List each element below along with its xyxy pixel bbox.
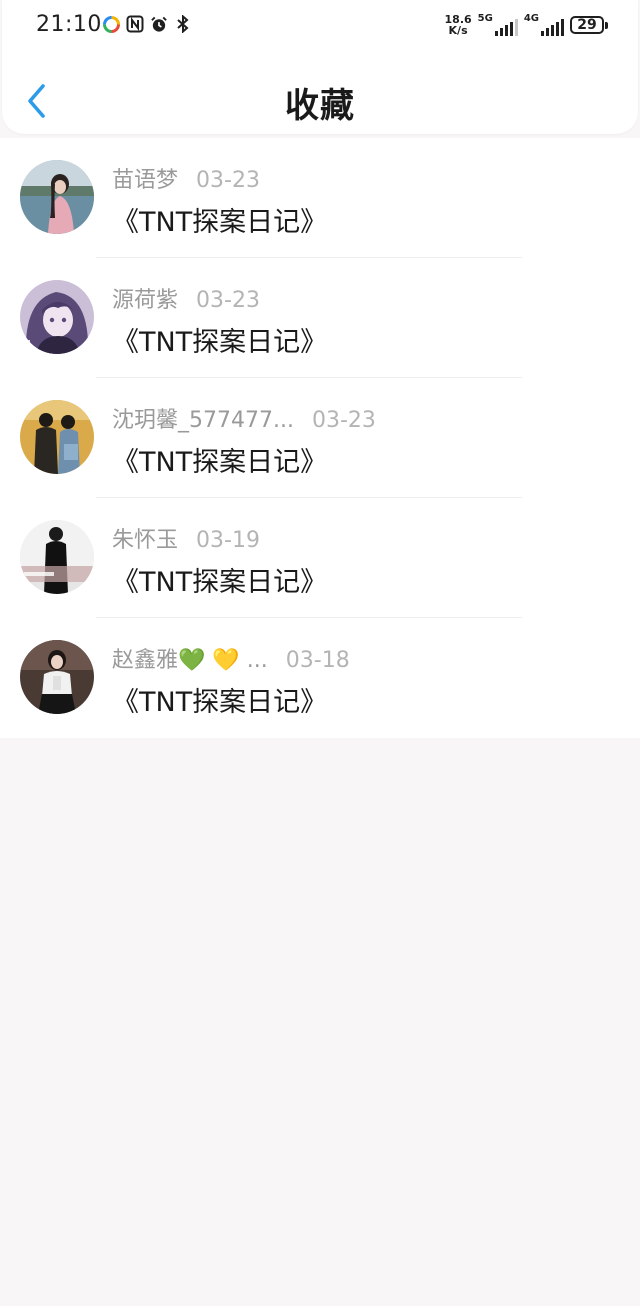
nfc-icon [126,15,144,33]
author-name: 沈玥馨_577477... [112,408,294,433]
favorite-date: 03-19 [196,528,260,553]
favorite-date: 03-23 [196,168,260,193]
sim2-network-label: 4G [523,13,539,24]
favorite-item[interactable]: 赵鑫雅💚 💛 ... 03-18 《TNT探案日记》 [0,618,640,738]
status-system-indicators: 18.6 K/s 5G 4G 29 [445,14,608,36]
status-time: 21:10 [36,12,102,37]
work-title: 《TNT探案日记》 [112,327,328,358]
avatar[interactable] [20,160,94,234]
avatar[interactable] [20,280,94,354]
battery-icon: 29 [570,16,608,34]
bluetooth-icon [174,15,192,33]
status-notification-icons [102,15,192,33]
favorite-item[interactable]: 朱怀玉 03-19 《TNT探案日记》 [0,498,640,618]
avatar[interactable] [20,520,94,594]
favorite-date: 03-23 [196,288,260,313]
alarm-icon [150,15,168,33]
author-name: 苗语梦 [112,168,179,193]
page-title: 收藏 [285,86,355,126]
work-title: 《TNT探案日记》 [112,687,328,718]
favorite-date: 03-23 [311,408,376,433]
item-meta: 沈玥馨_577477... 03-23 [112,402,376,434]
favorite-item[interactable]: 苗语梦 03-23 《TNT探案日记》 [0,138,640,258]
favorite-item[interactable]: 沈玥馨_577477... 03-23 《TNT探案日记》 [0,378,640,498]
item-meta: 朱怀玉 03-19 [112,522,260,554]
favorites-list: 苗语梦 03-23 《TNT探案日记》 源荷紫 03-23 《TNT探案日记》 [0,138,640,738]
favorite-item[interactable]: 源荷紫 03-23 《TNT探案日记》 [0,258,640,378]
signal-bars-icon [494,18,518,36]
avatar[interactable] [20,400,94,474]
item-meta: 源荷紫 03-23 [112,282,260,314]
work-title: 《TNT探案日记》 [112,567,328,598]
network-speed: 18.6 K/s [445,14,472,36]
network-speed-unit: K/s [448,24,468,37]
work-title: 《TNT探案日记》 [112,207,328,238]
sim1-signal: 5G [478,14,518,36]
item-meta: 苗语梦 03-23 [112,162,260,194]
battery-level: 29 [577,17,597,33]
work-title: 《TNT探案日记》 [112,447,328,478]
favorite-date: 03-18 [285,648,350,673]
avatar[interactable] [20,640,94,714]
sim1-network-label: 5G [477,13,493,24]
sim2-signal: 4G [524,14,564,36]
author-name: 朱怀玉 [112,528,179,553]
app-notification-icon [102,15,120,33]
header-card: 21:10 18.6 K/s 5G 4G 29 收藏 [2,0,638,134]
signal-bars-icon [541,18,564,36]
item-meta: 赵鑫雅💚 💛 ... 03-18 [112,642,350,674]
author-name: 赵鑫雅💚 💛 ... [112,648,268,673]
author-name: 源荷紫 [112,288,179,313]
title-bar: 收藏 [2,62,638,134]
status-bar: 21:10 18.6 K/s 5G 4G 29 [2,0,638,54]
